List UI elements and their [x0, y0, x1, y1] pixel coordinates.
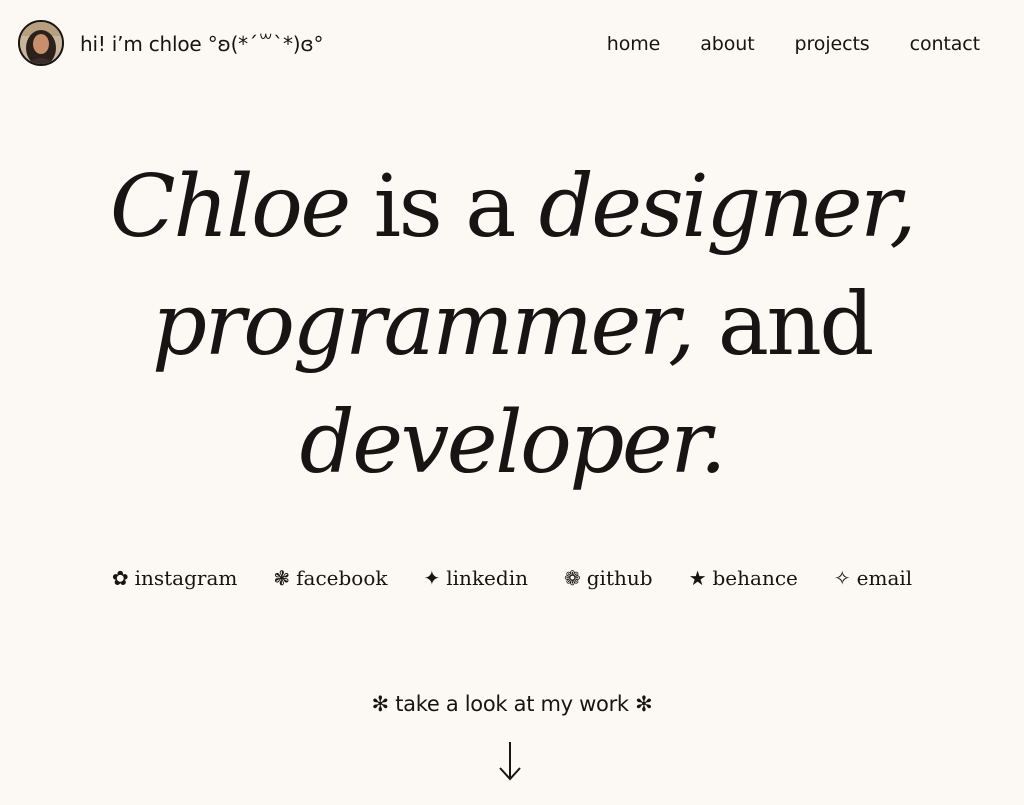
- social-label: linkedin: [446, 566, 528, 590]
- social-links: ✿ instagram ❃ facebook ✦ linkedin ❁ gith…: [0, 566, 1024, 590]
- social-linkedin[interactable]: ✦ linkedin: [424, 566, 528, 590]
- asterisk-icon: ✻: [635, 692, 653, 716]
- rosette-icon: ❁: [563, 566, 581, 590]
- social-behance[interactable]: ★ behance: [689, 566, 798, 590]
- social-github[interactable]: ❁ github: [564, 566, 653, 590]
- hero-headline: Chloe is a designer, programmer, and dev…: [0, 148, 1024, 502]
- social-instagram[interactable]: ✿ instagram: [112, 566, 238, 590]
- hero-name: Chloe: [109, 157, 351, 257]
- flower-icon: ✿: [111, 566, 129, 590]
- site-header: hi! i’m chloe °ʚ(*´꒳`*)ɞ° home about pro…: [0, 0, 1024, 92]
- social-facebook[interactable]: ❃ facebook: [273, 566, 387, 590]
- nav-about[interactable]: about: [700, 33, 754, 55]
- star-icon: ★: [688, 566, 707, 590]
- nav-home[interactable]: home: [607, 33, 661, 55]
- social-label: facebook: [296, 566, 388, 590]
- arrow-down-icon[interactable]: [497, 740, 523, 782]
- hero-line-2: programmer, and: [0, 266, 1024, 384]
- social-label: behance: [712, 566, 798, 590]
- hero-programmer: programmer,: [152, 275, 695, 375]
- nav-projects[interactable]: projects: [795, 33, 870, 55]
- hero-line-1: Chloe is a designer,: [0, 148, 1024, 266]
- hero-and: and: [692, 275, 875, 375]
- brand-link[interactable]: hi! i’m chloe °ʚ(*´꒳`*)ɞ°: [18, 20, 323, 66]
- main-nav: home about projects contact: [607, 33, 980, 55]
- nav-contact[interactable]: contact: [910, 33, 981, 55]
- hero-is-a: is a: [348, 157, 539, 257]
- work-cta-link[interactable]: ✻ take a look at my work ✻: [0, 692, 1024, 716]
- hero-developer: developer.: [299, 393, 727, 493]
- social-label: email: [856, 566, 913, 590]
- social-label: github: [586, 566, 653, 590]
- hero-designer: designer,: [538, 157, 917, 257]
- social-email[interactable]: ✧ email: [834, 566, 912, 590]
- brand-greeting: hi! i’m chloe °ʚ(*´꒳`*)ɞ°: [80, 32, 324, 56]
- asterisk-icon: ✻: [371, 692, 390, 716]
- hero-line-3: developer.: [0, 384, 1024, 502]
- avatar: [18, 20, 64, 66]
- asterisk-flower-icon: ❃: [273, 566, 291, 590]
- cta-label: take a look at my work: [388, 692, 636, 716]
- four-point-star-icon: ✦: [423, 566, 441, 590]
- social-label: instagram: [134, 566, 238, 590]
- outline-sparkle-icon: ✧: [833, 566, 851, 590]
